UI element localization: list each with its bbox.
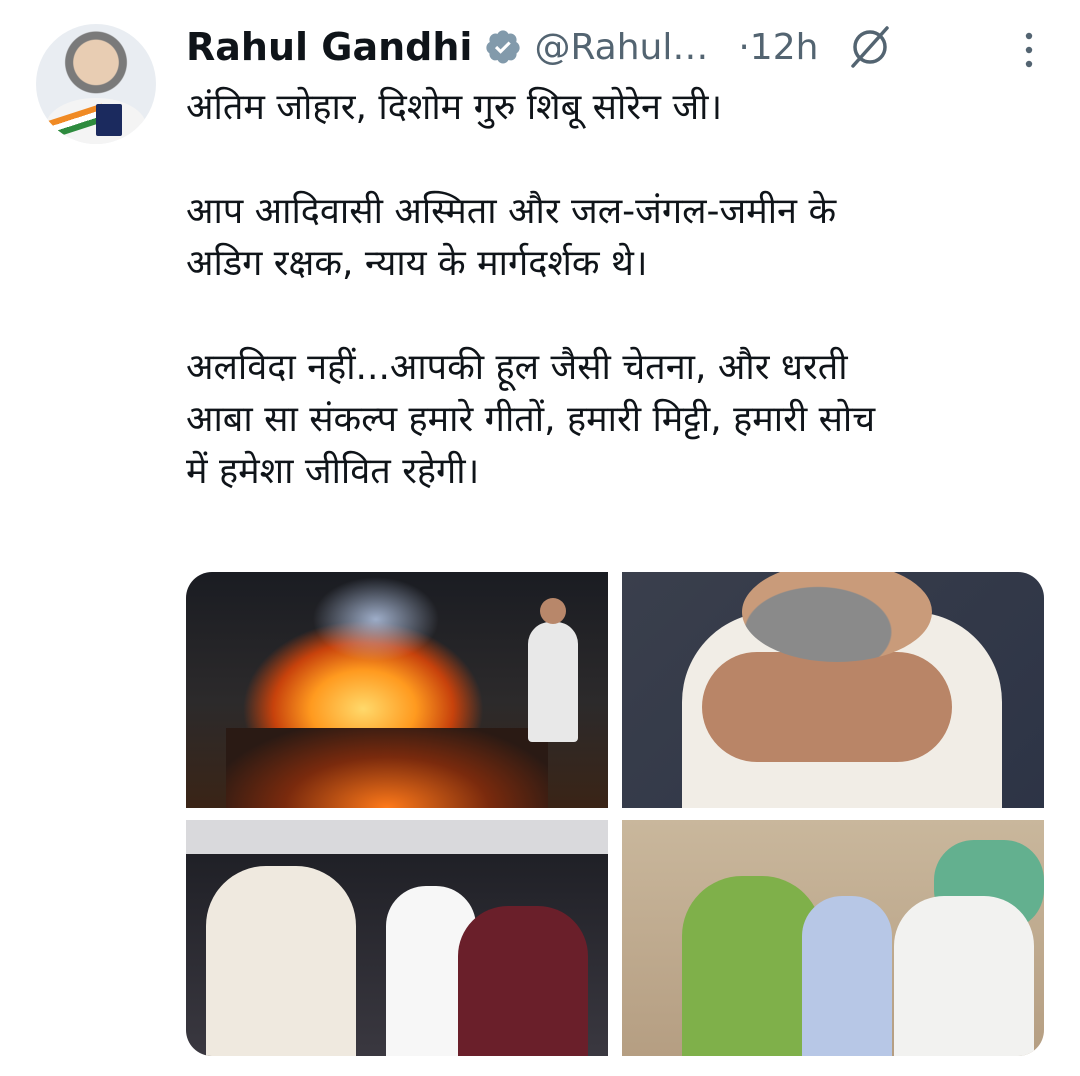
tweet-timestamp[interactable]: ·12h: [738, 27, 818, 68]
fire-coals: [226, 728, 548, 808]
author-handle[interactable]: @Rahul…: [534, 27, 708, 68]
tweet-line: अडिग रक्षक, न्याय के मार्गदर्शक थे।: [186, 243, 648, 284]
person-figure: [206, 866, 356, 1056]
grok-icon[interactable]: [846, 23, 894, 71]
tweet-text: अंतिम जोहार, दिशोम गुरु शिबू सोरेन जी। आ…: [186, 82, 1046, 498]
avatar[interactable]: [36, 24, 156, 144]
more-options-icon[interactable]: [1022, 30, 1036, 70]
avatar-badge: [96, 104, 122, 136]
arm: [702, 652, 952, 762]
person-figure: [894, 896, 1034, 1056]
tweet-line: अंतिम जोहार, दिशोम गुरु शिबू सोरेन जी।: [186, 87, 723, 128]
person-figure: [802, 896, 892, 1056]
person-figure: [458, 906, 588, 1056]
author-name[interactable]: Rahul Gandhi: [186, 25, 472, 69]
tweet-line: अलविदा नहीं...आपकी हूल जैसी चेतना, और धर…: [186, 347, 848, 388]
person-figure: [528, 598, 578, 742]
media-grid: [186, 572, 1044, 1056]
photo-embrace[interactable]: [622, 572, 1044, 808]
tweet-line: में हमेशा जीवित रहेगी।: [186, 451, 480, 492]
person-figure: [682, 876, 822, 1056]
photo-cremation-fire[interactable]: [186, 572, 608, 808]
tent-canopy: [186, 820, 608, 854]
tweet-line: आप आदिवासी अस्मिता और जल-जंगल-जमीन के: [186, 191, 837, 232]
verified-badge-icon: [486, 30, 521, 64]
photo-condolence[interactable]: [622, 820, 1044, 1056]
tweet-header: Rahul Gandhi @Rahul… ·12h: [186, 22, 1040, 72]
photo-handshake[interactable]: [186, 820, 608, 1056]
tweet-line: आबा सा संकल्प हमारे गीतों, हमारी मिट्टी,…: [186, 399, 876, 440]
